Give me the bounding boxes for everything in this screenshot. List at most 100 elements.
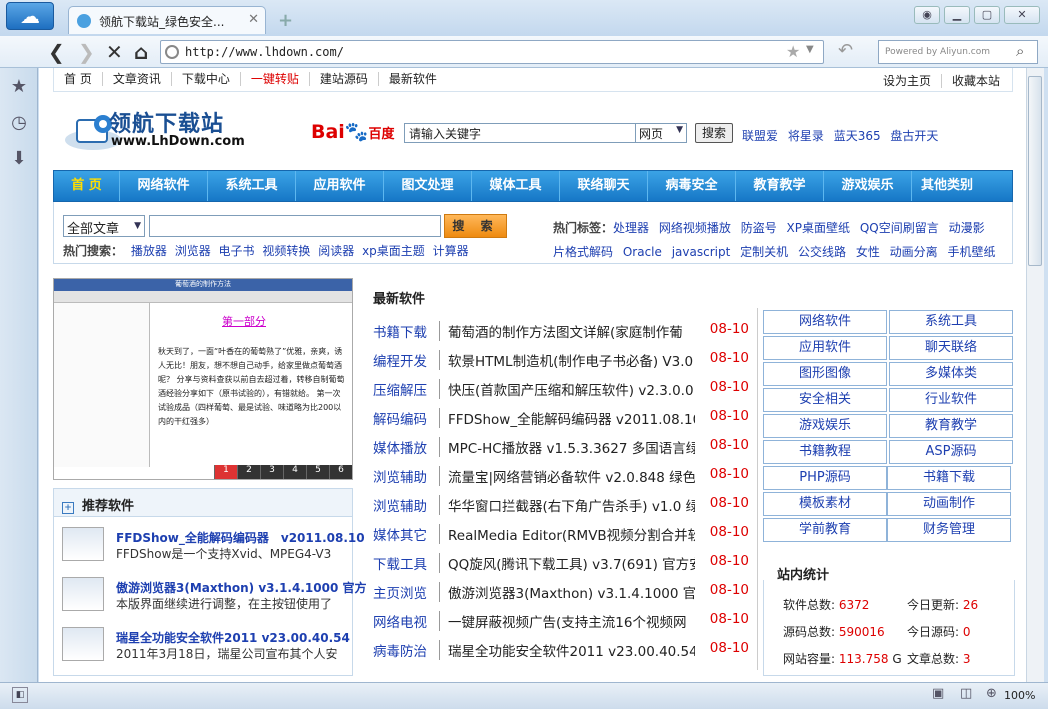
- row-category[interactable]: 病毒防治: [373, 640, 439, 660]
- partner-site-link[interactable]: 蓝天365: [834, 129, 881, 143]
- category-link[interactable]: 多媒体类: [889, 362, 1013, 386]
- mainnav-item[interactable]: 游戏娱乐: [824, 171, 912, 201]
- bookmark-link[interactable]: 收藏本站: [942, 74, 1000, 88]
- chat-icon[interactable]: ◉: [914, 6, 940, 24]
- tag-link[interactable]: 片格式解码: [553, 245, 613, 259]
- category-link[interactable]: 财务管理: [887, 518, 1011, 542]
- slide-page-button[interactable]: 6: [329, 465, 352, 479]
- mainnav-item[interactable]: 病毒安全: [648, 171, 736, 201]
- mainnav-item[interactable]: 系统工具: [208, 171, 296, 201]
- list-item[interactable]: 书籍下载 葡萄酒的制作方法图文详解(家庭制作葡 08-10: [373, 321, 749, 350]
- favorites-icon[interactable]: ★: [8, 76, 30, 98]
- slide-page-button[interactable]: 2: [237, 465, 260, 479]
- category-link[interactable]: 网络软件: [763, 310, 887, 334]
- browser-tab[interactable]: 领航下载站_绿色安全... ✕: [68, 6, 266, 34]
- zoom-icon[interactable]: ⊕: [986, 686, 997, 701]
- row-category[interactable]: 媒体其它: [373, 524, 439, 544]
- row-category[interactable]: 网络电视: [373, 611, 439, 631]
- set-homepage-link[interactable]: 设为主页: [882, 74, 942, 88]
- app-menu-button[interactable]: ☁: [6, 2, 54, 30]
- list-item[interactable]: 媒体其它 RealMedia Editor(RMVB视频分割合并软 08-10: [373, 524, 749, 553]
- baidu-search-input[interactable]: 请输入关键字: [404, 123, 636, 143]
- maximize-button[interactable]: ▢: [974, 6, 1000, 24]
- back-icon[interactable]: ❮: [48, 40, 65, 64]
- site-logo[interactable]: 领航下载站 www.LhDown.com: [63, 104, 283, 156]
- row-title[interactable]: QQ旋风(腾讯下载工具) v3.7(691) 官方安: [439, 553, 695, 573]
- category-link[interactable]: ASP源码: [889, 440, 1013, 464]
- list-item[interactable]: 浏览辅助 流量宝|网络营销必备软件 v2.0.848 绿色 08-10: [373, 466, 749, 495]
- scrollbar-thumb[interactable]: [1028, 76, 1042, 266]
- mainnav-item[interactable]: 网络软件: [120, 171, 208, 201]
- tag-link[interactable]: 手机壁纸: [948, 245, 996, 259]
- tag-link[interactable]: 防盗号: [741, 221, 777, 235]
- mainnav-item[interactable]: 图文处理: [384, 171, 472, 201]
- category-link[interactable]: 安全相关: [763, 388, 887, 412]
- category-link[interactable]: 书籍教程: [763, 440, 887, 464]
- topnav-articles[interactable]: 文章资讯: [102, 72, 172, 86]
- row-title[interactable]: 软景HTML制造机(制作电子书必备) V3.0: [439, 350, 695, 370]
- tag-link[interactable]: QQ空间刷留言: [860, 221, 939, 235]
- stop-icon[interactable]: ✕: [106, 40, 123, 64]
- partner-site-link[interactable]: 将星录: [788, 129, 824, 143]
- list-item[interactable]: 病毒防治 瑞星全功能安全软件2011 v23.00.40.54 08-10: [373, 640, 749, 669]
- list-item[interactable]: 下载工具 QQ旋风(腾讯下载工具) v3.7(691) 官方安 08-10: [373, 553, 749, 582]
- list-item[interactable]: 编程开发 软景HTML制造机(制作电子书必备) V3.0 08-10: [373, 350, 749, 379]
- hot-search-link[interactable]: 浏览器: [175, 244, 211, 258]
- search-engine-input[interactable]: Powered by Aliyun.com: [878, 40, 1038, 64]
- item-title[interactable]: 瑞星全功能安全软件2011 v23.00.40.54: [116, 629, 350, 646]
- row-category[interactable]: 压缩解压: [373, 379, 439, 399]
- slide-page-button[interactable]: 5: [306, 465, 329, 479]
- row-category[interactable]: 下载工具: [373, 553, 439, 573]
- row-category[interactable]: 浏览辅助: [373, 466, 439, 486]
- row-title[interactable]: 华华窗口拦截器(右下角广告杀手) v1.0 绿: [439, 495, 695, 515]
- hot-search-link[interactable]: 播放器: [131, 244, 167, 258]
- row-category[interactable]: 编程开发: [373, 350, 439, 370]
- mainnav-item[interactable]: 教育教学: [736, 171, 824, 201]
- tag-link[interactable]: 定制关机: [740, 245, 788, 259]
- category-link[interactable]: 行业软件: [889, 388, 1013, 412]
- row-title[interactable]: 葡萄酒的制作方法图文详解(家庭制作葡: [439, 321, 695, 341]
- category-link[interactable]: 游戏娱乐: [763, 414, 887, 438]
- baidu-search-button[interactable]: 搜索: [695, 123, 733, 143]
- topnav-repost[interactable]: 一键转贴: [240, 72, 310, 86]
- mainnav-item[interactable]: 媒体工具: [472, 171, 560, 201]
- row-category[interactable]: 浏览辅助: [373, 495, 439, 515]
- hot-search-link[interactable]: 计算器: [433, 244, 469, 258]
- category-link[interactable]: PHP源码: [763, 466, 887, 490]
- tag-link[interactable]: 动画分离: [890, 245, 938, 259]
- category-link[interactable]: 聊天联络: [889, 336, 1013, 360]
- mainnav-item[interactable]: 联络聊天: [560, 171, 648, 201]
- list-item[interactable]: 傲游浏览器3(Maxthon) v3.1.4.1000 官方 本版界面继续进行调…: [62, 577, 366, 623]
- hot-search-link[interactable]: 视频转换: [262, 244, 310, 258]
- window-icon[interactable]: ◫: [960, 686, 972, 701]
- partner-site-link[interactable]: 盘古开天: [890, 129, 938, 143]
- address-bar[interactable]: http://www.lhdown.com/: [160, 40, 824, 64]
- slide-page-button[interactable]: 4: [283, 465, 306, 479]
- topnav-source[interactable]: 建站源码: [309, 72, 379, 86]
- slide-page-button[interactable]: 3: [260, 465, 283, 479]
- row-title[interactable]: 瑞星全功能安全软件2011 v23.00.40.54: [439, 640, 695, 660]
- favorite-star-icon[interactable]: ★: [786, 42, 800, 61]
- hot-search-link[interactable]: 电子书: [219, 244, 255, 258]
- history-icon[interactable]: ◷: [8, 112, 30, 134]
- new-tab-button[interactable]: +: [278, 10, 293, 31]
- row-title[interactable]: MPC-HC播放器 v1.5.3.3627 多国语言绿: [439, 437, 695, 457]
- tag-link[interactable]: 处理器: [613, 221, 649, 235]
- row-category[interactable]: 主页浏览: [373, 582, 439, 602]
- item-title[interactable]: FFDShow_全能解码编码器 v2011.08.10: [116, 529, 365, 546]
- list-item[interactable]: 浏览辅助 华华窗口拦截器(右下角广告杀手) v1.0 绿 08-10: [373, 495, 749, 524]
- dropdown-icon[interactable]: ▼: [806, 44, 814, 55]
- mainnav-item[interactable]: 首 页: [54, 171, 120, 201]
- slide-page-button[interactable]: 1: [214, 465, 237, 479]
- category-link[interactable]: 学前教育: [763, 518, 887, 542]
- site-search-button[interactable]: 搜 索: [444, 214, 507, 238]
- home-icon[interactable]: ⌂: [134, 40, 148, 64]
- tag-link[interactable]: 动漫影: [949, 221, 985, 235]
- topnav-home[interactable]: 首 页: [54, 72, 103, 86]
- search-icon[interactable]: ⌕: [1016, 42, 1024, 60]
- topnav-download[interactable]: 下载中心: [171, 72, 241, 86]
- hot-search-link[interactable]: xp桌面主题: [362, 244, 425, 258]
- minimize-button[interactable]: ▁: [944, 6, 970, 24]
- row-title[interactable]: FFDShow_全能解码编码器 v2011.08.10: [439, 408, 695, 428]
- list-item[interactable]: 网络电视 一键屏蔽视频广告(支持主流16个视频网 08-10: [373, 611, 749, 640]
